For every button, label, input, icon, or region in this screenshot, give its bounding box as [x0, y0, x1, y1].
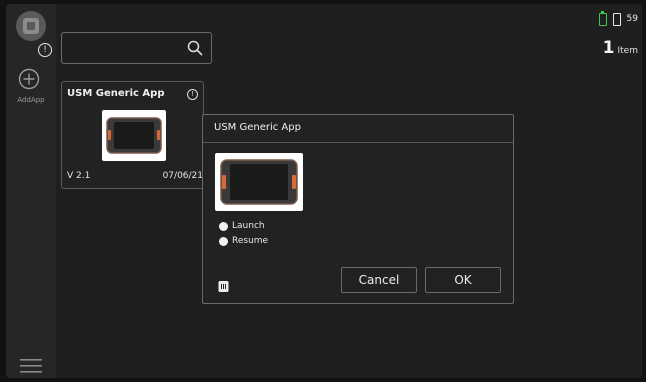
- logo-icon[interactable]: [14, 9, 48, 43]
- radio-label: Resume: [232, 236, 269, 246]
- info-icon[interactable]: !: [38, 43, 52, 57]
- battery-icon-secondary: [612, 12, 621, 26]
- device-thumbnail: [102, 110, 166, 161]
- search-box[interactable]: [61, 32, 212, 64]
- device-image: [220, 159, 298, 205]
- status-bar: 59: [598, 10, 638, 26]
- item-count: 1 Item: [603, 38, 638, 58]
- radio-label: Launch: [232, 221, 265, 231]
- item-count-label: Item: [617, 46, 639, 56]
- app-tile[interactable]: USM Generic App ! V 2.1 07/06/21: [61, 81, 204, 189]
- dialog-title: USM Generic App: [214, 122, 301, 133]
- search-input[interactable]: [68, 38, 182, 60]
- app-date: 07/06/21: [162, 171, 203, 181]
- dialog-header: USM Generic App: [203, 115, 513, 143]
- radio-dot[interactable]: [219, 236, 228, 246]
- app-version: V 2.1: [67, 171, 91, 181]
- cancel-button[interactable]: Cancel: [341, 267, 417, 293]
- menu-icon[interactable]: [20, 359, 42, 373]
- status-text: 59: [626, 14, 638, 24]
- device-image: [106, 117, 162, 154]
- ok-button[interactable]: OK: [425, 267, 501, 293]
- left-rail: ! AddApp: [6, 4, 56, 378]
- app-window: ! AddApp 59 1 Item USM Generic App ! V 2…: [6, 4, 642, 378]
- device-thumbnail: [215, 153, 303, 211]
- launch-dialog: USM Generic App Launch Resume Cancel OK: [202, 114, 514, 304]
- add-app-icon[interactable]: [18, 68, 40, 90]
- search-icon[interactable]: [187, 40, 203, 56]
- radio-resume[interactable]: Resume: [219, 236, 268, 246]
- add-app-label[interactable]: AddApp: [6, 96, 56, 104]
- radio-launch[interactable]: Launch: [219, 221, 265, 231]
- trash-icon[interactable]: [218, 280, 229, 292]
- app-tile-title: USM Generic App: [67, 88, 165, 99]
- radio-dot[interactable]: [219, 221, 228, 231]
- battery-icon: [598, 10, 607, 26]
- info-icon[interactable]: !: [187, 89, 198, 100]
- item-count-number: 1: [602, 38, 615, 58]
